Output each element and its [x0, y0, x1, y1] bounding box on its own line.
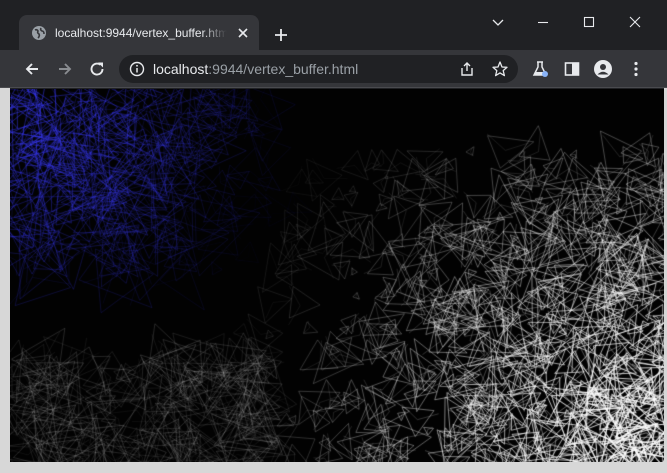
- new-tab-button[interactable]: [270, 24, 292, 46]
- toolbar: localhost:9944/vertex_buffer.html: [0, 50, 667, 88]
- minimize-icon[interactable]: [533, 12, 553, 32]
- close-window-icon[interactable]: [625, 12, 645, 32]
- arrow-left-icon[interactable]: [22, 59, 42, 79]
- star-icon[interactable]: [491, 60, 509, 78]
- maximize-icon[interactable]: [579, 12, 599, 32]
- page-content[interactable]: [10, 89, 664, 462]
- share-icon[interactable]: [458, 60, 476, 78]
- window-frame-bottom: [0, 462, 667, 473]
- tab-title: localhost:9944/vertex_buffer.html: [55, 26, 227, 40]
- kebab-menu-icon[interactable]: [626, 59, 646, 79]
- profile-icon[interactable]: [593, 59, 613, 79]
- url-host: localhost: [153, 61, 209, 77]
- vertex-buffer-canvas[interactable]: [10, 89, 664, 462]
- url-path: :9944/vertex_buffer.html: [208, 61, 359, 77]
- side-panel-icon[interactable]: [562, 59, 582, 79]
- window-frame-left: [0, 88, 10, 462]
- active-tab[interactable]: localhost:9944/vertex_buffer.html: [19, 15, 259, 50]
- close-icon[interactable]: [234, 24, 252, 42]
- omnibox[interactable]: localhost:9944/vertex_buffer.html: [119, 55, 518, 83]
- reload-icon[interactable]: [87, 59, 107, 79]
- arrow-right-icon[interactable]: [55, 59, 75, 79]
- info-icon[interactable]: [129, 61, 145, 77]
- browser-window: localhost:9944/vertex_buffer.html localh…: [0, 0, 667, 473]
- chevron-down-icon[interactable]: [488, 12, 508, 32]
- tab-strip: localhost:9944/vertex_buffer.html: [0, 0, 667, 50]
- url-text: localhost:9944/vertex_buffer.html: [153, 61, 358, 77]
- globe-icon: [32, 26, 46, 40]
- flask-icon[interactable]: [530, 59, 550, 79]
